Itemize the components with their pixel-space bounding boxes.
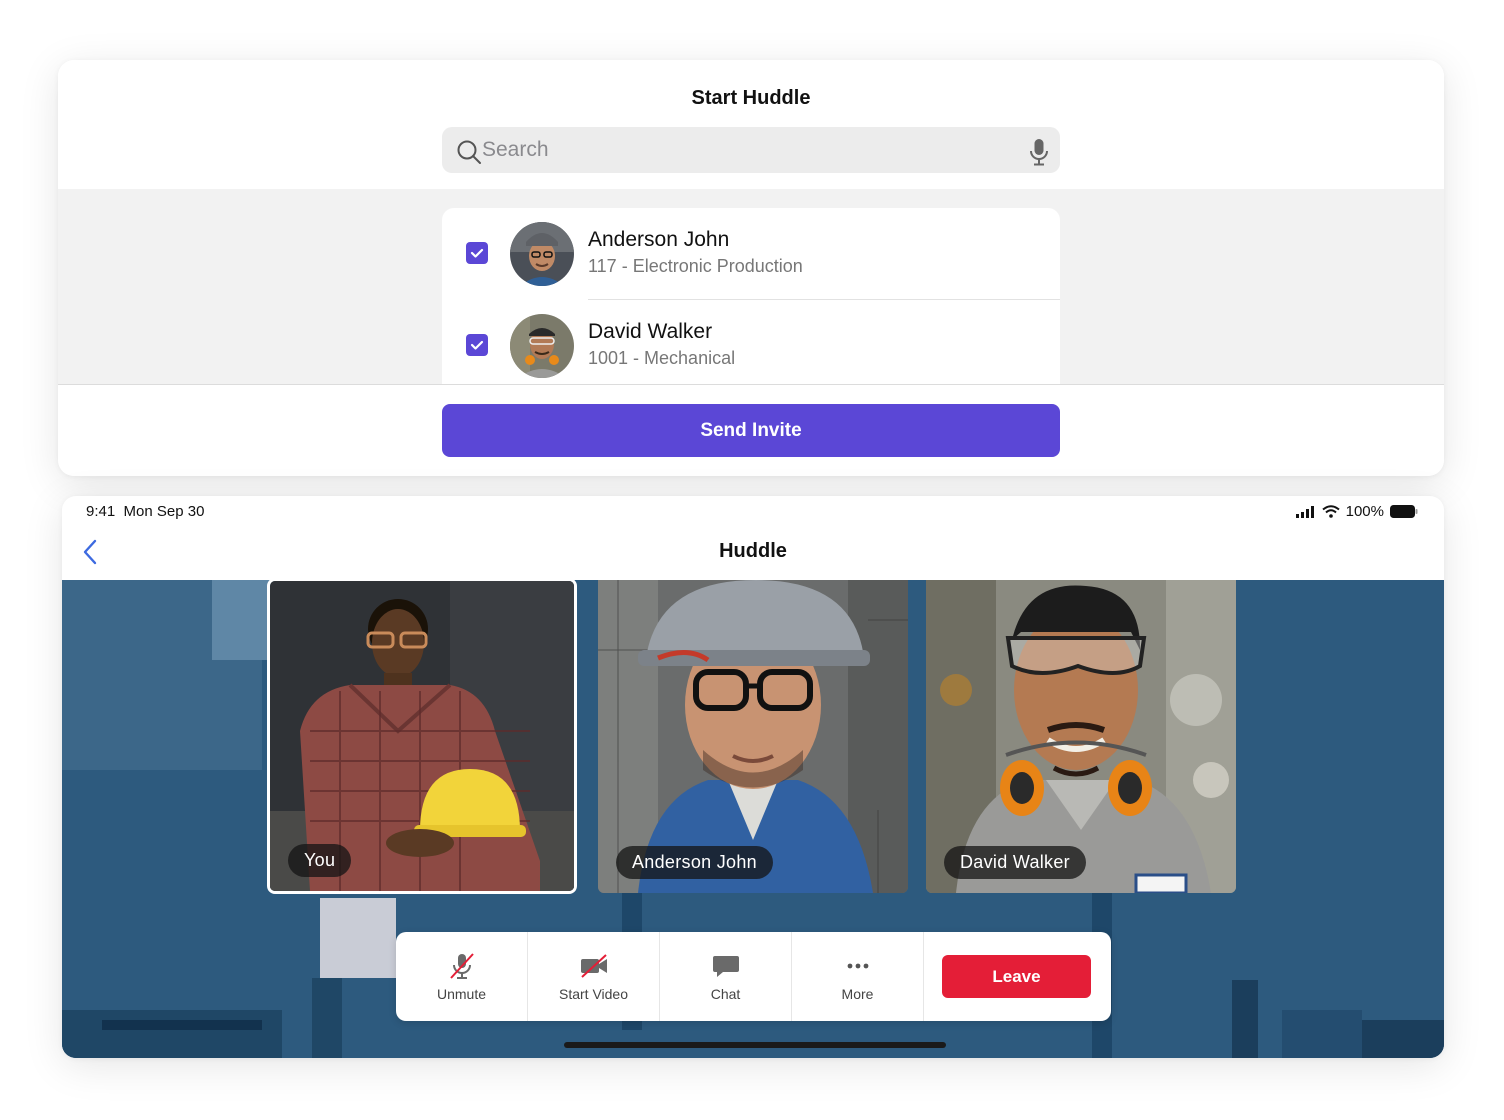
checkmark-icon [470,248,484,258]
signal-icon [1295,505,1314,518]
start-video-button[interactable]: Start Video [528,932,660,1021]
video-stage: You Anderson John David Walker Unmute St… [62,580,1444,1058]
home-indicator [564,1042,946,1048]
participant-label: David Walker [944,846,1086,879]
start-huddle-panel: Start Huddle Search Anderson John 117 - … [58,60,1444,476]
status-bar: 9:41 Mon Sep 30 100% [62,496,1444,526]
unmute-label: Unmute [436,986,487,1002]
contact-name: Anderson John [588,228,730,251]
mic-muted-icon [449,953,474,979]
video-off-icon [580,954,607,978]
wifi-icon [1321,505,1340,518]
leave-button[interactable]: Leave [942,955,1091,998]
video-tile-participant[interactable]: David Walker [926,580,1236,893]
checkmark-icon [470,340,484,350]
list-item[interactable]: Anderson John 117 - Electronic Productio… [442,208,1060,300]
chat-bubble-icon [712,956,739,977]
video-tile-self[interactable]: You [267,580,577,894]
battery-icon [1390,505,1418,518]
microphone-icon[interactable] [1028,138,1050,166]
avatar [510,222,574,286]
contact-list-area: Anderson John 117 - Electronic Productio… [58,189,1444,384]
search-icon [457,140,481,164]
panel-footer: Send Invite [58,384,1444,476]
checkbox[interactable] [466,242,488,264]
checkbox[interactable] [466,334,488,356]
search-bar[interactable] [442,127,1060,173]
more-label: More [841,986,874,1002]
chat-label: Chat [710,986,741,1002]
status-indicators: 100% [1295,503,1418,520]
list-item[interactable]: David Walker 1001 - Mechanical [442,300,1060,384]
status-time: 9:41 Mon Sep 30 [86,503,205,520]
participant-label: Anderson John [616,846,773,879]
contact-detail: 117 - Electronic Production [588,256,803,276]
page-title: Huddle [719,540,787,562]
participant-label: You [288,844,352,877]
call-controls: Unmute Start Video Chat More Leave [396,932,1111,1021]
huddle-call-screen: 9:41 Mon Sep 30 100% Huddle You Anderson… [62,496,1444,1058]
send-invite-button[interactable]: Send Invite [442,404,1060,457]
search-input[interactable] [482,127,1022,173]
chat-button[interactable]: Chat [660,932,792,1021]
contact-name: David Walker [588,320,713,343]
unmute-button[interactable]: Unmute [396,932,528,1021]
battery-percent: 100% [1345,503,1384,520]
video-tile-participant[interactable]: Anderson John [598,580,908,893]
more-button[interactable]: More [792,932,924,1021]
contact-list: Anderson John 117 - Electronic Productio… [442,208,1060,384]
page-title: Start Huddle [691,87,811,109]
start-video-label: Start Video [558,986,628,1002]
more-dots-icon [847,963,868,969]
panel-header: Start Huddle [58,60,1444,189]
avatar [510,314,574,378]
nav-bar: Huddle [62,526,1444,580]
contact-detail: 1001 - Mechanical [588,348,736,368]
